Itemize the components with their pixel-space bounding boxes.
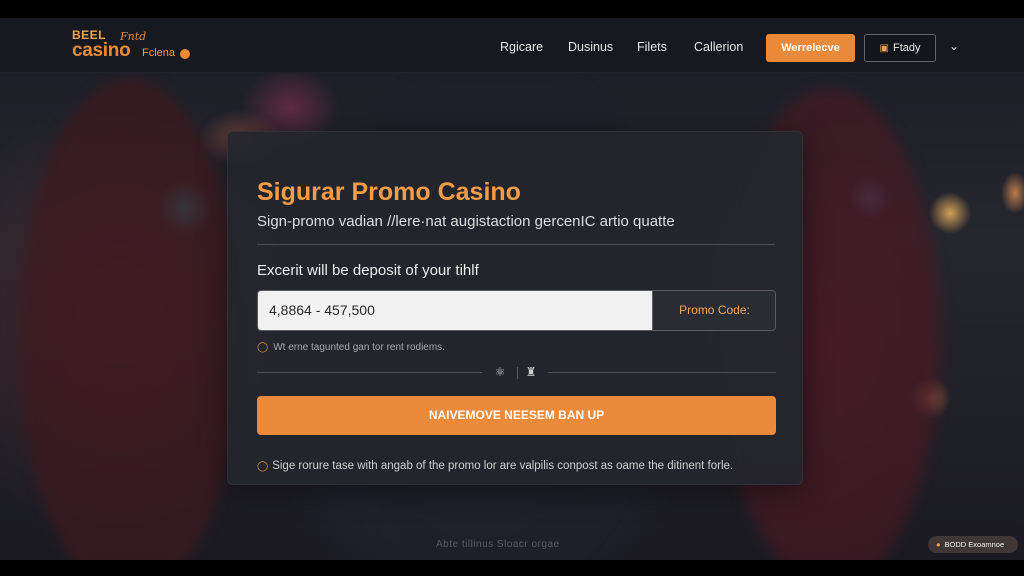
card-subtitle: Sign-promo vadian //lere·nat augistactio… — [257, 213, 675, 230]
nav-item-3[interactable]: Filets — [637, 40, 667, 54]
nav-item-2[interactable]: Dusinus — [568, 40, 613, 54]
chat-icon: ● — [936, 540, 941, 549]
login-button[interactable]: ▣ Ftady — [864, 34, 936, 62]
signup-cta-button[interactable]: NAIVEMOVE NEESEM BAN UP — [257, 396, 776, 435]
card-footnote-text: Sige rorure tase with angab of the promo… — [272, 460, 734, 472]
deposit-input-group: 4,8864 - 457,500 Promo Code: — [257, 290, 776, 331]
user-icon: ♜ — [525, 365, 537, 379]
separator-line-left — [257, 372, 482, 373]
nav-item-1[interactable]: Rgicare — [500, 40, 543, 54]
background-person-left — [20, 78, 240, 560]
logo-main-text: casino — [72, 40, 131, 61]
brand-logo[interactable]: BEEL Fntd casino Fclena — [72, 28, 202, 64]
card-divider — [257, 244, 775, 245]
corner-badge[interactable]: ● BODD Exoamnoe — [928, 536, 1018, 553]
card-footnote: ◯ Sige rorure tase with angab of the prom… — [257, 460, 733, 472]
logo-sub-text: Fclena — [142, 47, 176, 59]
card-title: Sigurar Promo Casino — [257, 178, 521, 206]
deposit-amount-input[interactable]: 4,8864 - 457,500 — [258, 291, 652, 330]
shield-icon: ◯ — [257, 461, 269, 472]
promo-card: Sigurar Promo Casino Sign-promo vadian /… — [227, 131, 803, 485]
logo-dot-icon — [180, 49, 190, 59]
separator-bar — [517, 367, 518, 379]
top-navigation-bar: BEEL Fntd casino Fclena Rgicare Dusinus … — [0, 18, 1024, 73]
promo-code-button[interactable]: Promo Code: — [652, 291, 775, 330]
lock-icon: ▣ — [879, 43, 889, 54]
footer-faint-links: Abte tillinus Sloacr orgae — [436, 539, 560, 550]
corner-badge-label: BODD Exoamnoe — [944, 540, 1005, 549]
shield-icon: ◯ — [257, 342, 269, 353]
register-button-label: Werrelecve — [781, 42, 840, 54]
chip-icon: ⚛ — [494, 365, 506, 379]
deposit-field-label: Excerit will be deposit of your tihlf — [257, 262, 479, 279]
nav-item-4[interactable]: Callerion — [694, 40, 743, 54]
separator-line-right — [548, 372, 776, 373]
register-button[interactable]: Werrelecve — [766, 34, 855, 62]
login-button-label: Ftady — [892, 42, 921, 54]
hero-background: BEEL Fntd casino Fclena Rgicare Dusinus … — [0, 18, 1024, 560]
input-hint-text: Wt erne tagunted gan tor rent rodiems. — [273, 342, 445, 353]
chevron-down-icon[interactable]: ⌄ — [947, 39, 961, 53]
input-hint: ◯ Wt erne tagunted gan tor rent rodiems. — [257, 342, 445, 353]
